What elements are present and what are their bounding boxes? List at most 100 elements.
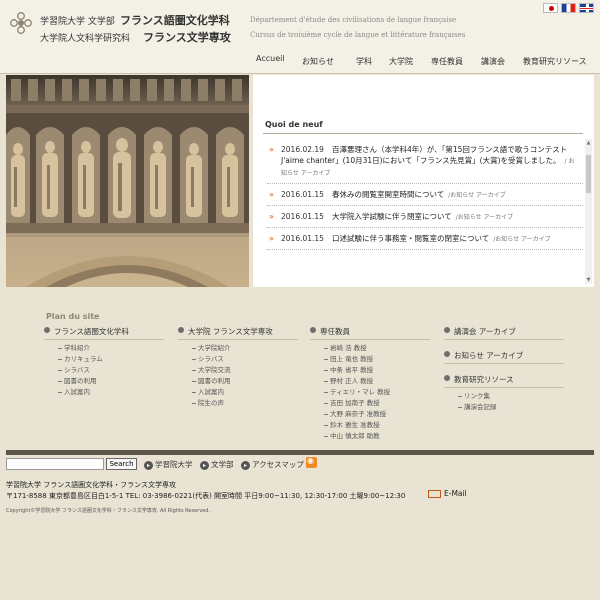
nav-resources[interactable]: 教育研究リソース (523, 56, 587, 67)
english-flag-icon[interactable] (579, 3, 594, 13)
search-button[interactable]: Search (106, 458, 137, 470)
university-name: 学習院大学 文学部 (40, 17, 115, 27)
sitemap: Plan du site フランス語圏文化学科 学科紹介 カリキュラム シラバス… (0, 290, 600, 450)
footer-address-name: 学習院大学 フランス語圏文化学科・フランス文学専攻 (6, 481, 176, 489)
sitemap-link[interactable]: 大学院紹介 (192, 343, 298, 354)
sitemap-link[interactable]: 講演会記録 (458, 402, 564, 413)
rss-icon[interactable] (306, 456, 317, 468)
footer-link-faculty[interactable]: ▸ 文学部 (200, 459, 234, 470)
sitemap-link[interactable]: 中山 慎太郎 助教 (324, 431, 430, 442)
scroll-up-icon[interactable]: ▲ (585, 139, 592, 147)
sitemap-column-misc: 講演会 アーカイブ お知らせ アーカイブ 教育研究リソース リンク集 講演会記録 (444, 326, 564, 413)
sitemap-link[interactable]: シラバス (192, 354, 298, 365)
site-header: 学習院大学 文学部 大学院人文科学研究科 フランス語圏文化学科 フランス文学専攻… (0, 0, 600, 48)
news-title: Quoi de neuf (265, 120, 323, 129)
nav-department[interactable]: 学科 (356, 56, 372, 67)
news-date: 2016.01.15 (281, 234, 324, 243)
sitemap-heading[interactable]: お知らせ アーカイブ (444, 350, 564, 364)
nav-faculty[interactable]: 専任教員 (431, 56, 463, 67)
university-logo-icon[interactable] (10, 12, 32, 34)
email-link[interactable]: E-Mail (428, 489, 467, 498)
sitemap-link[interactable]: 入試案内 (192, 387, 298, 398)
news-text[interactable]: 大学院入学試験に伴う閉室について (332, 212, 452, 221)
cathedral-facade-image (6, 75, 249, 287)
news-date: 2016.01.15 (281, 190, 324, 199)
double-arrow-icon: » (269, 190, 274, 199)
sitemap-link[interactable]: ティエリ・マレ 教授 (324, 387, 430, 398)
sitemap-heading[interactable]: 講演会 アーカイブ (444, 326, 564, 340)
news-item[interactable]: » 2016.01.15 口述試験に伴う事務室・閲覧室の閉室について/お知らせ ア… (267, 228, 583, 250)
sitemap-link[interactable]: 図書の利用 (192, 376, 298, 387)
sitemap-link[interactable]: 大学院交流 (192, 365, 298, 376)
french-title-line2: Cursus de troisième cycle de langue et l… (250, 31, 466, 39)
news-category[interactable]: /お知らせ アーカイブ (456, 214, 513, 221)
french-flag-icon[interactable] (561, 3, 576, 13)
nav-news[interactable]: お知らせ (302, 56, 334, 67)
copyright: Copyright©学習院大学 フランス語圏文化学科・フランス文学専攻. All… (6, 508, 211, 514)
sitemap-heading[interactable]: 専任教員 (310, 326, 430, 340)
sitemap-link[interactable]: 中条 省平 教授 (324, 365, 430, 376)
sitemap-column-graduate: 大学院 フランス文学専攻 大学院紹介 シラバス 大学院交流 図書の利用 入試案内… (178, 326, 298, 409)
course-name[interactable]: フランス文学専攻 (143, 29, 231, 45)
news-text[interactable]: 春休みの閲覧室開室時間について (332, 190, 444, 199)
sitemap-link[interactable]: カリキュラム (58, 354, 164, 365)
graduate-school-name: 大学院人文科学研究科 (40, 34, 131, 44)
sitemap-link[interactable]: 図書の利用 (58, 376, 164, 387)
sitemap-link[interactable]: 野村 正人 教授 (324, 376, 430, 387)
news-date: 2016.02.19 (281, 145, 324, 154)
email-label: E-Mail (444, 489, 467, 498)
arrow-circle-icon: ▸ (144, 460, 153, 470)
main-nav: Accueil お知らせ 学科 大学院 専任教員 講演会 教育研究リソース (0, 48, 600, 74)
news-item[interactable]: » 2016.02.19 百澤悪理さん（本学科4年）が、「第15回フランス語で歌う… (267, 139, 583, 184)
double-arrow-icon: » (269, 212, 274, 221)
language-switcher (543, 3, 594, 13)
nav-graduate[interactable]: 大学院 (389, 56, 413, 67)
sitemap-column-department: フランス語圏文化学科 学科紹介 カリキュラム シラバス 図書の利用 入試案内 (44, 326, 164, 398)
nav-accueil[interactable]: Accueil (256, 54, 285, 63)
hero-image (6, 75, 249, 287)
news-date: 2016.01.15 (281, 212, 324, 221)
sitemap-heading[interactable]: フランス語圏文化学科 (44, 326, 164, 340)
footer-address-details: 〒171-8588 東京都豊島区目白1-5-1 TEL: 03-3986-022… (6, 492, 406, 500)
footer-link-label: 学習院大学 (155, 460, 193, 469)
sitemap-link[interactable]: 院生の声 (192, 398, 298, 409)
news-title-divider (263, 133, 583, 134)
nav-lectures[interactable]: 講演会 (481, 56, 505, 67)
news-category[interactable]: /お知らせ アーカイブ (448, 192, 505, 199)
news-item[interactable]: » 2016.01.15 春休みの閲覧室開室時間について/お知らせ アーカイブ (267, 184, 583, 206)
footer-link-label: アクセスマップ (252, 460, 304, 469)
sitemap-link[interactable]: 学科紹介 (58, 343, 164, 354)
sitemap-link[interactable]: リンク集 (458, 391, 564, 402)
scroll-down-icon[interactable]: ▼ (585, 276, 592, 284)
news-category[interactable]: /お知らせ アーカイブ (493, 236, 550, 243)
news-scroll-thumb[interactable] (586, 155, 591, 193)
arrow-circle-icon: ▸ (241, 460, 250, 470)
double-arrow-icon: » (269, 145, 274, 154)
footer-link-university[interactable]: ▸ 学習院大学 (144, 459, 193, 470)
news-item[interactable]: » 2016.01.15 大学院入学試験に伴う閉室について/お知らせ アーカイブ (267, 206, 583, 228)
search-input[interactable] (6, 458, 104, 470)
sitemap-link[interactable]: 鈴木 雅生 准教授 (324, 420, 430, 431)
footer-link-label: 文学部 (211, 460, 234, 469)
department-name[interactable]: フランス語圏文化学科 (120, 12, 230, 28)
news-list: » 2016.02.19 百澤悪理さん（本学科4年）が、「第15回フランス語で歌う… (267, 139, 583, 250)
french-title-line1: Département d'étude des civilisations de… (250, 16, 457, 24)
sitemap-link[interactable]: 入試案内 (58, 387, 164, 398)
japanese-flag-icon[interactable] (543, 3, 558, 13)
sitemap-heading[interactable]: 教育研究リソース (444, 374, 564, 388)
double-arrow-icon: » (269, 234, 274, 243)
sitemap-link[interactable]: シラバス (58, 365, 164, 376)
sitemap-heading[interactable]: 大学院 フランス文学専攻 (178, 326, 298, 340)
envelope-icon (428, 490, 441, 498)
sitemap-link[interactable]: 田上 竜也 教授 (324, 354, 430, 365)
sitemap-column-faculty: 専任教員 岩崎 浩 教授 田上 竜也 教授 中条 省平 教授 野村 正人 教授 … (310, 326, 430, 442)
sitemap-title: Plan du site (46, 312, 100, 321)
sitemap-link[interactable]: 吉田 加南子 教授 (324, 398, 430, 409)
news-text[interactable]: 口述試験に伴う事務室・閲覧室の閉室について (332, 234, 489, 243)
arrow-circle-icon: ▸ (200, 460, 209, 470)
sitemap-link[interactable]: 岩崎 浩 教授 (324, 343, 430, 354)
sitemap-link[interactable]: 大野 麻奈子 准教授 (324, 409, 430, 420)
news-panel: Quoi de neuf » 2016.02.19 百澤悪理さん（本学科4年）が、… (253, 75, 594, 287)
footer-link-access-map[interactable]: ▸ アクセスマップ (241, 459, 304, 470)
footer-divider (6, 450, 594, 455)
